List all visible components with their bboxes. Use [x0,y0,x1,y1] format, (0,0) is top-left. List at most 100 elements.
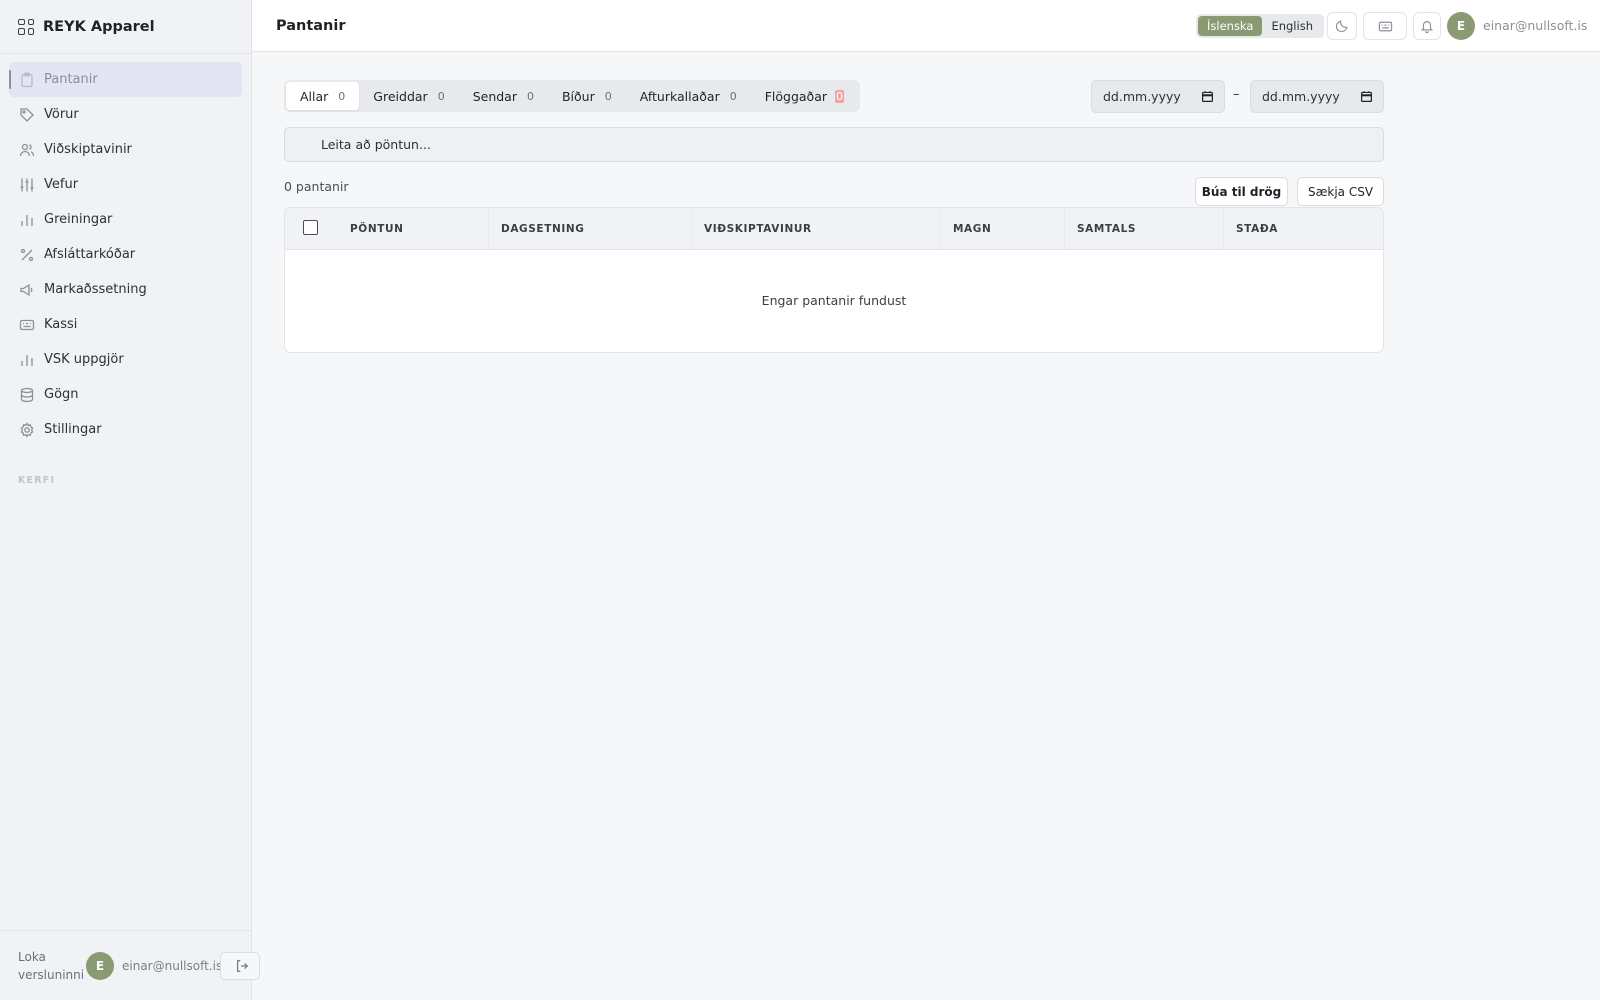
tab-label: Afturkallaðar [639,88,720,104]
bell-icon [1420,21,1434,33]
sidebar-item-stillingar[interactable]: Stillingar [9,412,242,447]
search-placeholder: Leita að pöntun... [321,137,431,152]
column-header-vidskiptavinur[interactable]: VIÐSKIPTAVINUR [704,223,812,235]
sidebar-item-label: Kassi [44,317,78,332]
column-header-pontun[interactable]: PÖNTUN [350,223,404,235]
sidebar-item-pantanir[interactable]: Pantanir [9,62,242,97]
sidebar-item-markadssetning[interactable]: Markaðssetning [9,272,242,307]
sidebar-item-vsk-uppgjor[interactable]: VSK uppgjör [9,342,242,377]
sidebar-footer: Loka versluninni E einar@nullsoft.is [0,930,260,1000]
column-header-magn[interactable]: MAGN [953,223,991,235]
date-from-input[interactable]: dd.mm.yyyy [1091,80,1225,113]
clipboard-icon [19,72,35,88]
percent-icon [19,247,35,263]
theme-toggle-button[interactable] [1327,12,1357,40]
moon-icon [1335,20,1348,33]
tab-afturkalladar[interactable]: Afturkallaðar 0 [626,82,751,110]
tab-sendar[interactable]: Sendar 0 [459,82,548,110]
select-all-checkbox[interactable] [303,220,318,235]
tab-count: 0 [338,89,346,103]
sidebar-item-kassi[interactable]: Kassi [9,307,242,342]
tab-label: Allar [300,88,329,104]
tab-floggadar[interactable]: Flöggaðar 0 [751,82,858,110]
section-label-kerfi: KERFI [18,475,56,486]
date-from-placeholder: dd.mm.yyyy [1103,89,1181,104]
tab-count: 0 [729,89,737,103]
tab-label: Bíður [561,88,595,104]
date-range-separator: – [1233,87,1240,102]
sidebar: REYK Apparel Pantanir Vörur Viðskiptavin… [0,0,260,1000]
language-switch: Íslenska English [1196,14,1324,38]
close-store-link[interactable]: Loka versluninni [18,948,84,984]
tab-label: Flöggaðar [764,88,828,104]
sidebar-item-greiningar[interactable]: Greiningar [9,202,242,237]
keyboard-shortcuts-button[interactable] [1363,12,1407,40]
brand-title: REYK Apparel [43,18,155,35]
language-option-is[interactable]: Íslenska [1198,16,1263,36]
table-header: PÖNTUN DAGSETNING VIÐSKIPTAVINUR MAGN SA… [285,208,1383,250]
tag-icon [19,107,35,123]
bar-chart-icon [19,352,35,368]
topbar: Pantanir Íslenska English E einar@nullso… [252,0,1600,52]
sidebar-item-gogn[interactable]: Gögn [9,377,242,412]
search-input[interactable]: Leita að pöntun... [284,127,1384,162]
brand[interactable]: REYK Apparel [0,0,251,54]
tab-label: Sendar [472,88,517,104]
column-header-stada[interactable]: STAÐA [1236,223,1278,235]
sidebar-item-label: Stillingar [44,422,102,437]
database-icon [19,387,35,403]
tab-bidur[interactable]: Bíður 0 [548,82,626,110]
status-tabs: Allar 0 Greiddar 0 Sendar 0 Bíður 0 Aftu… [284,80,861,112]
users-icon [19,142,35,158]
user-email: einar@nullsoft.is [122,958,223,973]
page-title: Pantanir [276,17,346,34]
tab-count: 0 [526,89,534,103]
sidebar-item-vorur[interactable]: Vörur [9,97,242,132]
order-count: 0 pantanir [284,179,349,194]
sidebar-item-label: Vefur [44,177,79,192]
sidebar-item-label: Greiningar [44,212,113,227]
sidebar-item-label: Gögn [44,387,79,402]
sidebar-item-vidskiptavinir[interactable]: Viðskiptavinir [9,132,242,167]
sidebar-item-label: Afsláttarkóðar [44,247,136,262]
column-divider [1223,208,1224,250]
date-to-placeholder: dd.mm.yyyy [1262,89,1340,104]
logout-icon [237,960,249,972]
tab-allar[interactable]: Allar 0 [286,82,360,110]
avatar[interactable]: E [1447,12,1475,40]
sidebar-item-label: Vörur [44,107,79,122]
megaphone-icon [19,282,35,298]
sidebar-nav: Pantanir Vörur Viðskiptavinir Vefur Grei… [0,54,251,447]
column-header-samtals[interactable]: SAMTALS [1077,223,1136,235]
language-option-en[interactable]: English [1262,16,1322,36]
user-email[interactable]: einar@nullsoft.is [1483,18,1587,33]
keyboard-icon [19,317,35,333]
calendar-icon[interactable] [1360,90,1373,103]
column-divider [691,208,692,250]
sliders-icon [19,177,35,193]
sidebar-item-afslattarkodar[interactable]: Afsláttarkóðar [9,237,242,272]
calendar-icon[interactable] [1201,90,1214,103]
empty-state-message: Engar pantanir fundust [761,293,907,308]
sidebar-item-label: Viðskiptavinir [44,142,132,157]
sidebar-item-vefur[interactable]: Vefur [9,167,242,202]
avatar: E [86,951,114,980]
date-to-input[interactable]: dd.mm.yyyy [1250,80,1384,113]
column-header-dagsetning[interactable]: DAGSETNING [501,223,584,235]
tab-label: Greiddar [373,88,428,104]
orders-table: PÖNTUN DAGSETNING VIÐSKIPTAVINUR MAGN SA… [284,207,1384,353]
sidebar-item-label: Markaðssetning [44,282,147,297]
logout-button[interactable] [220,952,260,980]
sidebar-item-label: VSK uppgjör [44,352,124,367]
column-divider [940,208,941,250]
column-divider [1064,208,1065,250]
download-csv-button[interactable]: Sækja CSV [1297,177,1384,206]
tab-count: 0 [604,89,612,103]
keyboard-icon [1378,21,1392,31]
tab-greiddar[interactable]: Greiddar 0 [359,82,458,110]
grid-icon [18,18,34,35]
notifications-button[interactable] [1413,12,1441,40]
create-draft-button[interactable]: Búa til drög [1195,177,1288,206]
column-divider [488,208,489,250]
tab-count: 0 [437,89,445,103]
